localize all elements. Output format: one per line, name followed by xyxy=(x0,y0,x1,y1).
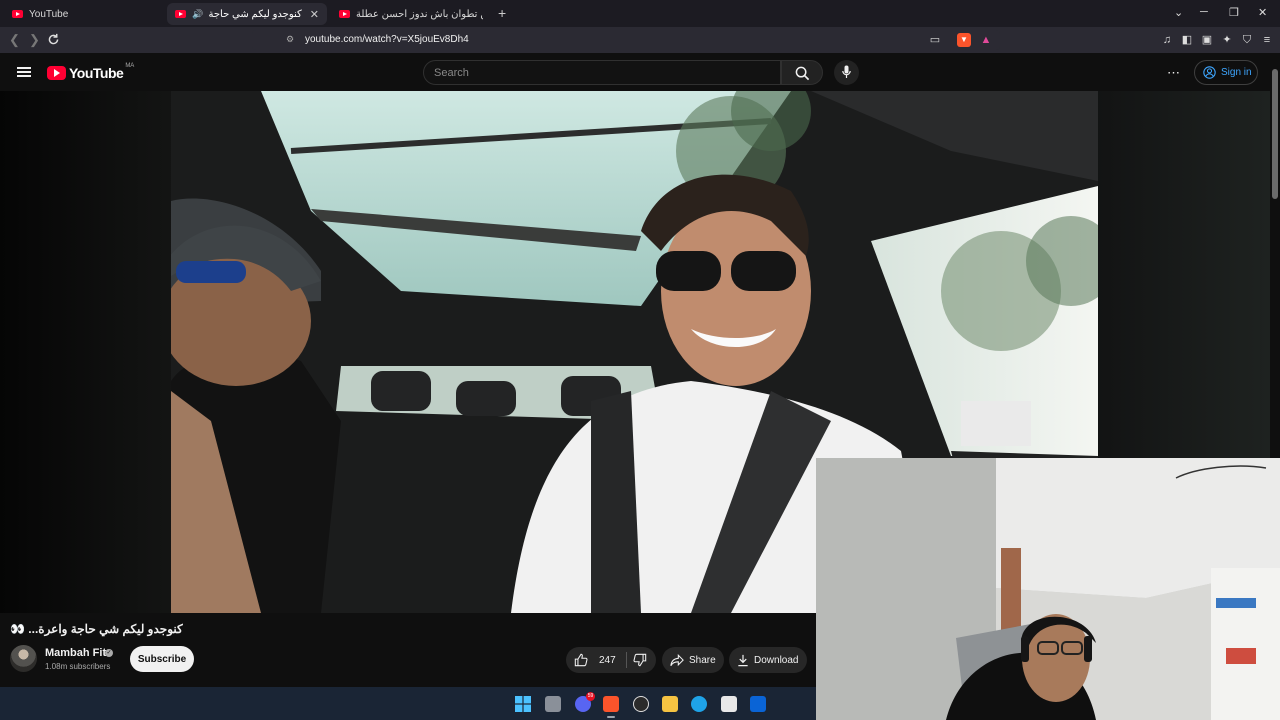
reload-icon[interactable] xyxy=(47,33,60,46)
tab-title: سافرت من تطوان باش ندوز أحسن عطلة xyxy=(356,8,483,20)
voice-search-button[interactable] xyxy=(834,60,859,85)
active-app-indicator xyxy=(607,716,615,718)
guide-menu-icon[interactable] xyxy=(17,67,31,77)
channel-name[interactable]: Mambah Fit xyxy=(45,647,106,659)
download-label: Download xyxy=(754,654,799,666)
browser-toolbar: ❮ ❯ ⚙ youtube.com/watch?v=X5jouEv8Dh4 ▭ … xyxy=(0,27,1280,53)
menu-icon[interactable]: ≡ xyxy=(1260,33,1274,47)
country-code: MA xyxy=(125,63,135,69)
share-label: Share xyxy=(689,654,716,666)
youtube-favicon-icon xyxy=(175,10,186,18)
notification-badge: 59 xyxy=(586,692,595,701)
account-icon xyxy=(1203,66,1216,79)
tab-youtube[interactable]: YouTube xyxy=(4,3,164,25)
edge-browser-icon[interactable] xyxy=(691,696,707,712)
tab-other-video[interactable]: سافرت من تطوان باش ندوز أحسن عطلة xyxy=(331,3,491,25)
like-dislike-group: 247 xyxy=(566,647,656,673)
thumbs-down-icon[interactable] xyxy=(633,653,647,667)
youtube-header: YouTube MA ⋯ Sign in xyxy=(0,53,1280,91)
divider xyxy=(625,652,627,668)
discord-icon[interactable]: 59 xyxy=(575,692,595,712)
audio-playing-icon[interactable]: 🔊 xyxy=(192,9,203,20)
file-explorer-icon[interactable] xyxy=(662,696,678,712)
channel-avatar[interactable] xyxy=(10,645,37,672)
browser-tab-strip: YouTube 🔊 كنوجدو ليكم شي حاجة واعرة... ✕… xyxy=(0,0,1280,27)
youtube-play-icon xyxy=(47,66,66,80)
url-text[interactable]: youtube.com/watch?v=X5jouEv8Dh4 xyxy=(305,34,469,45)
youtube-favicon-icon xyxy=(339,10,350,18)
brave-browser-icon[interactable] xyxy=(603,696,619,712)
thumbs-up-icon xyxy=(574,653,588,667)
download-icon xyxy=(738,654,748,666)
share-icon xyxy=(670,653,684,666)
subscriber-count: 1.08m subscribers xyxy=(45,662,111,671)
maximize-icon[interactable]: ❐ xyxy=(1229,6,1239,19)
scrollbar-thumb[interactable] xyxy=(1272,69,1278,199)
forward-icon[interactable]: ❯ xyxy=(29,32,40,48)
task-view-icon[interactable] xyxy=(545,696,561,712)
verified-badge-icon: ✓ xyxy=(105,649,113,657)
tab-list-icon[interactable]: ⌄ xyxy=(1174,6,1183,19)
like-count: 247 xyxy=(599,654,616,666)
microsoft-store-icon[interactable] xyxy=(721,696,737,712)
media-controls-icon[interactable]: ♫ xyxy=(1160,33,1174,47)
search-button[interactable] xyxy=(781,60,823,85)
download-button[interactable]: Download xyxy=(729,647,807,673)
tab-title: كنوجدو ليكم شي حاجة واعرة... xyxy=(207,8,302,20)
webcam-image xyxy=(816,458,1280,720)
search-box xyxy=(423,60,781,85)
search-icon xyxy=(795,66,810,81)
brave-rewards-icon[interactable]: ▲ xyxy=(979,33,993,47)
like-button[interactable]: 247 xyxy=(566,653,616,667)
vpn-icon[interactable]: ⛉ xyxy=(1240,33,1254,47)
page-scrollbar[interactable] xyxy=(1270,53,1280,463)
settings-menu-icon[interactable]: ⋯ xyxy=(1167,65,1181,81)
youtube-logo[interactable]: YouTube MA xyxy=(47,63,135,81)
leo-ai-icon[interactable]: ✦ xyxy=(1220,33,1234,47)
search-input[interactable] xyxy=(434,67,764,79)
site-info-icon[interactable]: ⚙ xyxy=(286,34,294,45)
new-tab-button[interactable]: + xyxy=(498,5,506,21)
tab-title: YouTube xyxy=(29,8,69,20)
sign-in-label: Sign in xyxy=(1221,67,1252,78)
brave-shields-icon[interactable]: ▼ xyxy=(957,33,971,47)
logo-text: YouTube xyxy=(69,65,124,81)
outlook-icon[interactable] xyxy=(750,696,766,712)
windows-start-icon[interactable] xyxy=(515,696,531,712)
youtube-favicon-icon xyxy=(12,10,23,18)
back-icon[interactable]: ❮ xyxy=(9,32,20,48)
obs-studio-icon[interactable] xyxy=(633,696,649,712)
share-button[interactable]: Share xyxy=(662,647,724,673)
cast-icon[interactable]: ▭ xyxy=(928,33,942,47)
close-window-icon[interactable]: ✕ xyxy=(1258,6,1267,19)
sidebar-icon[interactable]: ◧ xyxy=(1180,33,1194,47)
webcam-overlay xyxy=(816,458,1280,720)
close-tab-icon[interactable]: ✕ xyxy=(310,8,319,21)
wallet-icon[interactable]: ▣ xyxy=(1200,33,1214,47)
minimize-icon[interactable]: ─ xyxy=(1200,6,1208,18)
subscribe-button[interactable]: Subscribe xyxy=(130,646,194,672)
screen: { "browser": { "tabs": [ {"title": "YouT… xyxy=(0,0,1280,720)
video-title: كنوجدو ليكم شي حاجة واعرة... 👀 xyxy=(10,622,183,636)
microphone-icon xyxy=(842,65,851,78)
tab-current-video[interactable]: 🔊 كنوجدو ليكم شي حاجة واعرة... ✕ xyxy=(167,3,327,25)
sign-in-button[interactable]: Sign in xyxy=(1194,60,1258,85)
